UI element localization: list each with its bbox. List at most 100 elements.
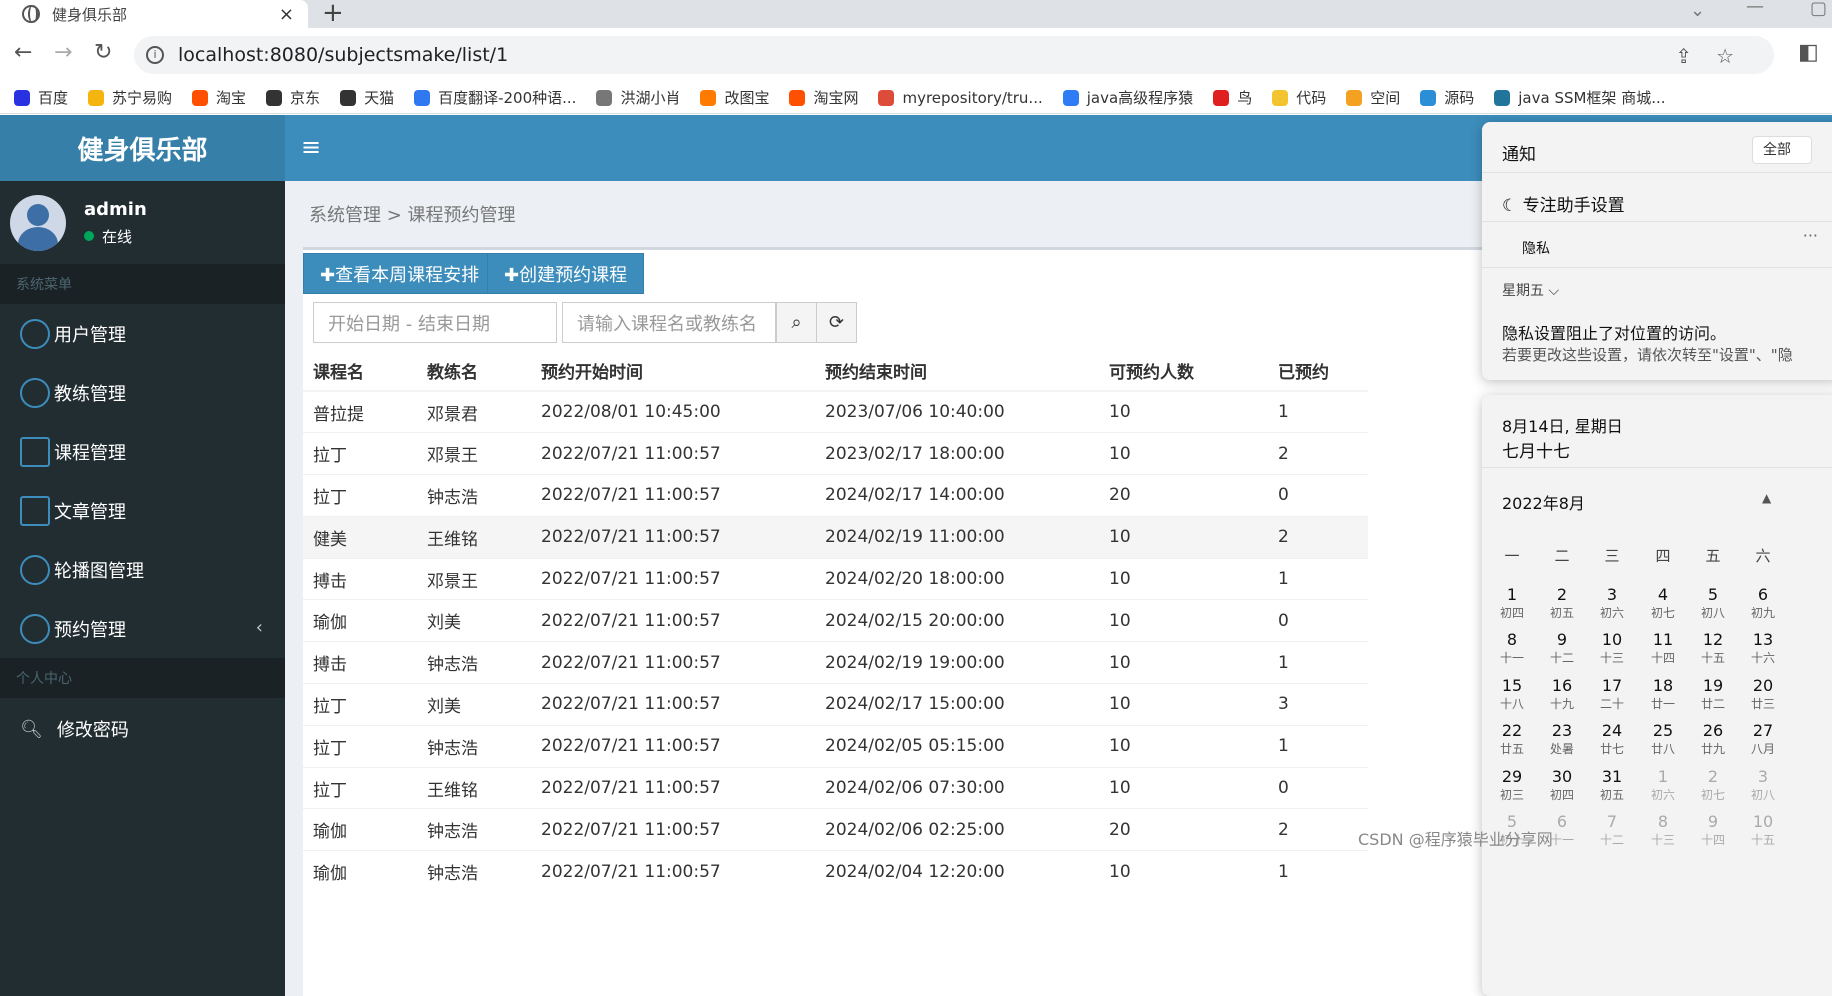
notification-message-title[interactable]: 隐私设置阻止了对位置的访问。 — [1502, 320, 1726, 344]
table-row[interactable]: 拉丁 钟志浩 2022/07/21 11:00:57 2024/02/17 14:00… — [303, 474, 1368, 517]
menu-toggle-icon[interactable]: ≡ — [301, 133, 321, 161]
calendar-day[interactable]: 15 十八 — [1487, 676, 1537, 712]
more-options-icon[interactable]: ··· — [1803, 226, 1818, 245]
calendar-day[interactable]: 23 处暑 — [1537, 721, 1587, 757]
calendar-day[interactable]: 1 初四 — [1487, 585, 1537, 621]
month-up-icon[interactable]: ▲ — [1762, 491, 1771, 505]
calendar-day[interactable]: 22 廿五 — [1487, 721, 1537, 757]
calendar-day[interactable]: 27 八月 — [1738, 721, 1788, 757]
search-input[interactable]: 请输入课程名或教练名 — [562, 302, 776, 343]
bookmark-item[interactable]: 百度翻译-200种语... — [414, 87, 576, 108]
calendar-day[interactable]: 3 初六 — [1587, 585, 1637, 621]
chevron-left-icon[interactable]: ‹ — [256, 617, 263, 638]
bookmark-item[interactable]: 苏宁易购 — [88, 87, 172, 108]
calendar-day[interactable]: 8 十一 — [1487, 630, 1537, 666]
maximize-icon[interactable]: ▢ — [1810, 0, 1827, 19]
calendar-day[interactable]: 9 十二 — [1537, 630, 1587, 666]
calendar-day[interactable]: 10 十五 — [1738, 812, 1788, 848]
column-header[interactable]: 已预约 — [1268, 351, 1368, 392]
column-header[interactable]: 预约开始时间 — [531, 351, 815, 392]
calendar-day[interactable]: 5 初八 — [1688, 585, 1738, 621]
site-info-icon[interactable]: i — [146, 46, 164, 64]
tab-search-icon[interactable]: ⌄ — [1690, 0, 1705, 21]
column-header[interactable]: 可预约人数 — [1099, 351, 1268, 392]
calendar-day[interactable]: 13 十六 — [1738, 630, 1788, 666]
sidebar-item-change-password[interactable]: 🔍︎ 修改密码 — [0, 698, 285, 760]
calendar-day[interactable]: 4 初七 — [1638, 585, 1688, 621]
table-row[interactable]: 搏击 钟志浩 2022/07/21 11:00:57 2024/02/19 19:00… — [303, 641, 1368, 684]
calendar-month[interactable]: 2022年8月 — [1502, 490, 1585, 514]
bookmark-item[interactable]: 改图宝 — [700, 87, 769, 108]
table-row[interactable]: 瑜伽 钟志浩 2022/07/21 11:00:57 2024/02/06 02:25… — [303, 808, 1368, 851]
calendar-day[interactable]: 24 廿七 — [1587, 721, 1637, 757]
sidepanel-icon[interactable]: ◧ — [1798, 40, 1819, 65]
calendar-day[interactable]: 1 初六 — [1638, 767, 1688, 803]
calendar-day[interactable]: 7 十二 — [1587, 812, 1637, 848]
table-row[interactable]: 拉丁 钟志浩 2022/07/21 11:00:57 2024/02/05 05:15… — [303, 724, 1368, 768]
bookmark-item[interactable]: 鸟 — [1213, 87, 1252, 108]
bookmark-item[interactable]: 百度 — [14, 87, 68, 108]
sidebar-item-5[interactable]: 预约管理 ‹ — [0, 599, 285, 658]
privacy-group-header[interactable]: 隐私 — [1482, 222, 1832, 268]
calendar-day[interactable]: 9 十四 — [1688, 812, 1738, 848]
new-tab-button[interactable]: + — [322, 0, 344, 26]
calendar-day[interactable]: 17 二十 — [1587, 676, 1637, 712]
clear-all-button[interactable]: 全部 — [1752, 136, 1812, 164]
date-range-input[interactable]: 开始日期 - 结束日期 — [313, 302, 557, 343]
reload-icon[interactable]: ↻ — [94, 40, 112, 65]
bookmark-item[interactable]: java SSM框架 商城... — [1494, 87, 1666, 108]
bookmark-item[interactable]: 代码 — [1272, 87, 1326, 108]
bookmark-item[interactable]: 洪湖小肖 — [596, 87, 680, 108]
column-header[interactable]: 课程名 — [303, 351, 417, 392]
calendar-day[interactable]: 16 十九 — [1537, 676, 1587, 712]
sidebar-item-1[interactable]: 教练管理 — [0, 363, 285, 422]
minimize-icon[interactable]: — — [1746, 0, 1764, 17]
calendar-day[interactable]: 10 十三 — [1587, 630, 1637, 666]
bookmark-item[interactable]: 源码 — [1420, 87, 1474, 108]
calendar-day[interactable]: 25 廿八 — [1638, 721, 1688, 757]
calendar-day[interactable]: 26 廿九 — [1688, 721, 1738, 757]
sidebar-item-0[interactable]: 用户管理 — [0, 304, 285, 363]
refresh-button[interactable]: ⟳ — [816, 302, 857, 343]
calendar-day[interactable]: 8 十三 — [1638, 812, 1688, 848]
calendar-day[interactable]: 2 初七 — [1688, 767, 1738, 803]
calendar-day[interactable]: 12 十五 — [1688, 630, 1738, 666]
calendar-day[interactable]: 2 初五 — [1537, 585, 1587, 621]
column-header[interactable]: 预约结束时间 — [815, 351, 1099, 392]
bookmark-item[interactable]: 淘宝 — [192, 87, 246, 108]
table-row[interactable]: 拉丁 王维铭 2022/07/21 11:00:57 2024/02/06 07:30… — [303, 766, 1368, 809]
address-bar[interactable]: i localhost:8080/subjectsmake/list/1 ⇪☆ — [134, 36, 1774, 74]
bookmark-item[interactable]: 空间 — [1346, 87, 1400, 108]
browser-tab[interactable]: 健身俱乐部 × — [0, 0, 308, 28]
calendar-day[interactable]: 29 初三 — [1487, 767, 1537, 803]
bookmark-item[interactable]: java高级程序猿 — [1062, 87, 1193, 108]
focus-assist-link[interactable]: ☾ 专注助手设置 — [1482, 172, 1832, 222]
sidebar-item-4[interactable]: 轮播图管理 — [0, 540, 285, 599]
table-row[interactable]: 拉丁 邓景王 2022/07/21 11:00:57 2023/02/17 18:00… — [303, 432, 1368, 475]
table-row[interactable]: 拉丁 刘美 2022/07/21 11:00:57 2024/02/17 15:00:… — [303, 683, 1368, 726]
calendar-day[interactable]: 30 初四 — [1537, 767, 1587, 803]
close-tab-icon[interactable]: × — [279, 4, 294, 25]
search-button[interactable]: ⌕ — [776, 302, 817, 343]
forward-icon[interactable]: → — [54, 40, 72, 65]
bookmark-item[interactable]: 京东 — [266, 87, 320, 108]
share-bookmark-icons[interactable]: ⇪☆ — [1675, 44, 1758, 68]
table-row[interactable]: 健美 王维铭 2022/07/21 11:00:57 2024/02/19 11:00… — [303, 515, 1368, 559]
calendar-day[interactable]: 19 廿二 — [1688, 676, 1738, 712]
table-row[interactable]: 普拉提 邓景君 2022/08/01 10:45:00 2023/07/06 10:4… — [303, 390, 1368, 433]
table-row[interactable]: 搏击 邓景王 2022/07/21 11:00:57 2024/02/20 18:00… — [303, 557, 1368, 600]
calendar-date[interactable]: 8月14日, 星期日 — [1502, 413, 1623, 437]
bookmark-item[interactable]: myrepository/tru... — [878, 89, 1043, 107]
calendar-day[interactable]: 31 初五 — [1587, 767, 1637, 803]
calendar-day[interactable]: 20 廿三 — [1738, 676, 1788, 712]
table-row[interactable]: 瑜伽 刘美 2022/07/21 11:00:57 2024/02/15 20:00:… — [303, 599, 1368, 642]
calendar-day[interactable]: 11 十四 — [1638, 630, 1688, 666]
sidebar-item-2[interactable]: 课程管理 — [0, 422, 285, 481]
calendar-day[interactable]: 3 初八 — [1738, 767, 1788, 803]
view-week-button[interactable]: ✚查看本周课程安排 — [303, 253, 497, 294]
brand-logo[interactable]: 健身俱乐部 — [0, 115, 285, 181]
bookmark-item[interactable]: 天猫 — [340, 87, 394, 108]
back-icon[interactable]: ← — [14, 40, 32, 65]
bookmark-item[interactable]: 淘宝网 — [789, 87, 858, 108]
sidebar-item-3[interactable]: 文章管理 — [0, 481, 285, 540]
